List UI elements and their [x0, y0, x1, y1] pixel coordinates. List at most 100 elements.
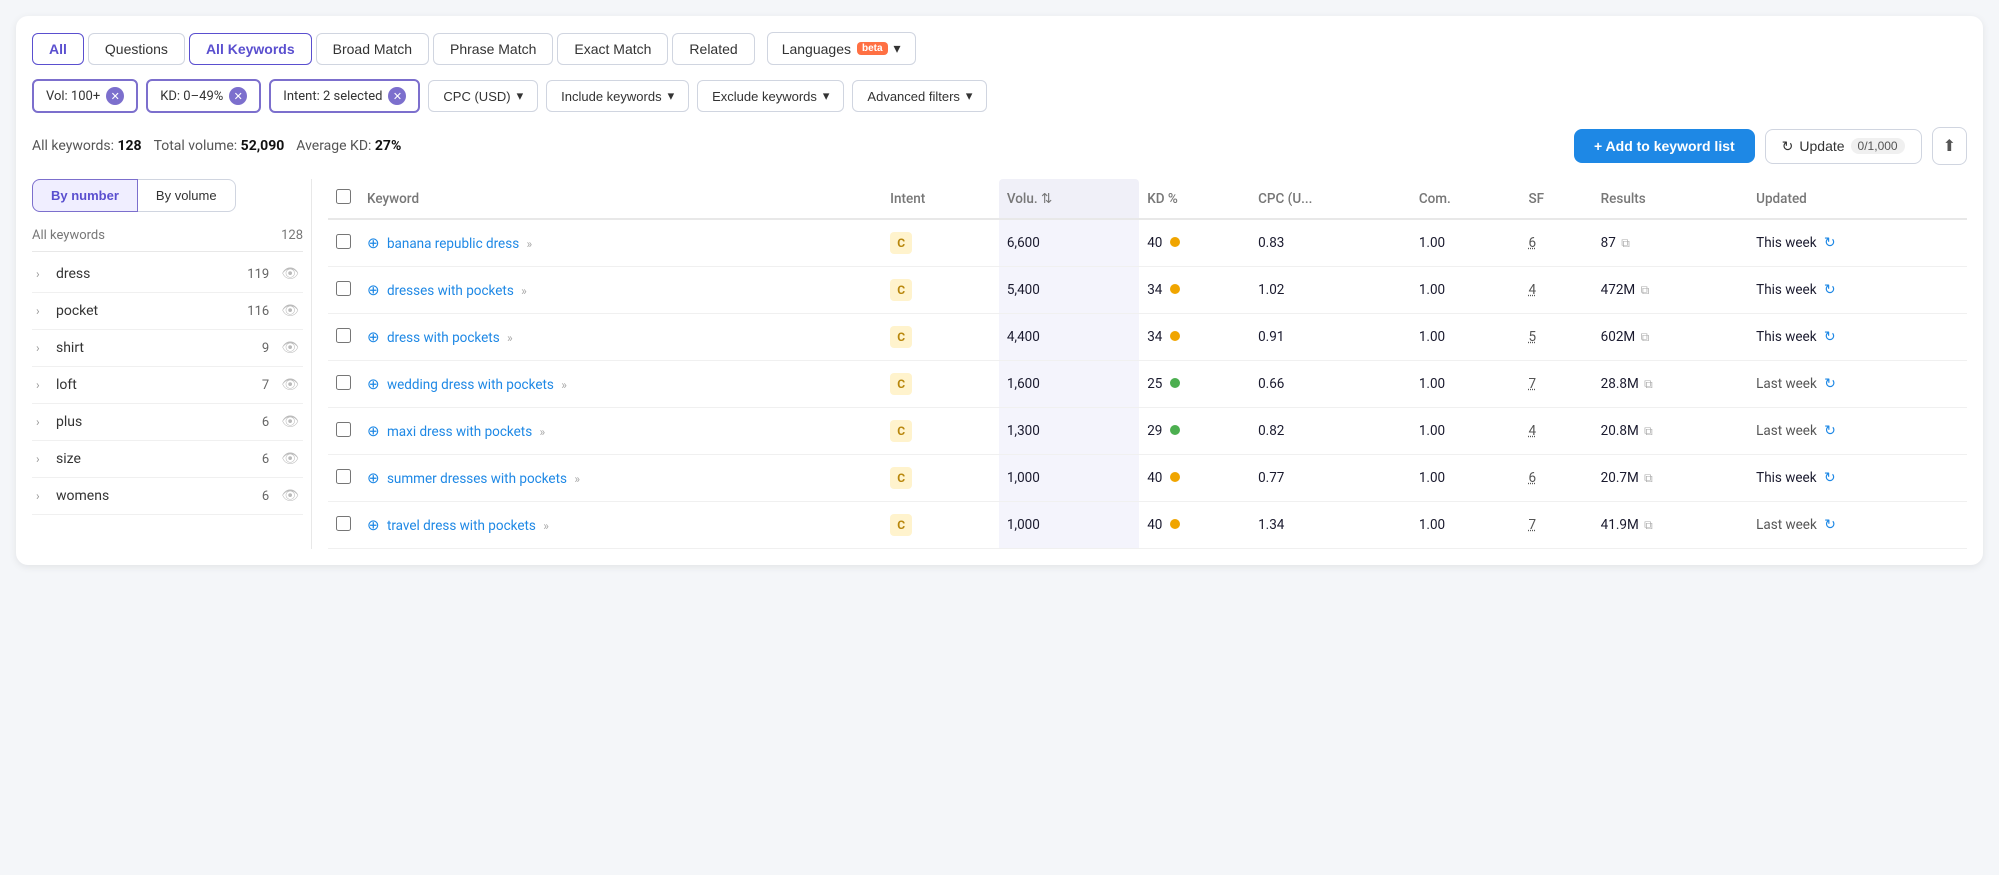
update-button[interactable]: ↻ Update 0/1,000	[1765, 129, 1922, 164]
sidebar-item-dress[interactable]: › dress 119 👁	[32, 256, 303, 293]
sidebar-item-loft[interactable]: › loft 7 👁	[32, 367, 303, 404]
refresh-row-icon[interactable]: ↻	[1824, 517, 1836, 533]
sidebar-item-size[interactable]: › size 6 👁	[32, 441, 303, 478]
col-updated: Updated	[1748, 179, 1967, 219]
sort-by-volume-button[interactable]: By volume	[138, 179, 236, 212]
refresh-row-icon[interactable]: ↻	[1824, 329, 1836, 345]
keyword-link[interactable]: travel dress with pockets	[387, 518, 536, 534]
row-checkbox-cell[interactable]	[328, 267, 359, 314]
row-checkbox-cell[interactable]	[328, 361, 359, 408]
include-keywords-label: Include keywords	[561, 89, 661, 104]
refresh-row-icon[interactable]: ↻	[1824, 423, 1836, 439]
keyword-link[interactable]: banana republic dress	[387, 236, 519, 252]
kd-dot-icon	[1170, 519, 1180, 529]
sidebar-item-label: plus	[56, 414, 256, 430]
tab-all[interactable]: All	[32, 33, 84, 65]
eye-icon[interactable]: 👁	[281, 488, 299, 504]
row-updated-cell: This week ↻	[1748, 455, 1967, 502]
refresh-row-icon[interactable]: ↻	[1824, 376, 1836, 392]
row-com-cell: 1.00	[1411, 219, 1521, 267]
eye-icon[interactable]: 👁	[281, 340, 299, 356]
sidebar-item-shirt[interactable]: › shirt 9 👁	[32, 330, 303, 367]
row-checkbox-5[interactable]	[336, 469, 351, 484]
row-checkbox-cell[interactable]	[328, 502, 359, 549]
add-to-keyword-list-button[interactable]: + Add to keyword list	[1574, 129, 1755, 163]
tab-questions[interactable]: Questions	[88, 33, 185, 65]
row-checkbox-1[interactable]	[336, 281, 351, 296]
copy-icon[interactable]: ⧉	[1621, 236, 1630, 250]
select-all-checkbox[interactable]	[336, 189, 351, 204]
kd-filter-close[interactable]: ✕	[229, 87, 247, 105]
sidebar-item-pocket[interactable]: › pocket 116 👁	[32, 293, 303, 330]
keyword-link[interactable]: dress with pockets	[387, 330, 500, 346]
vol-filter-close[interactable]: ✕	[106, 87, 124, 105]
add-circle-icon[interactable]: ⊕	[367, 422, 380, 440]
add-circle-icon[interactable]: ⊕	[367, 375, 380, 393]
intent-filter-close[interactable]: ✕	[388, 87, 406, 105]
eye-icon[interactable]: 👁	[281, 414, 299, 430]
tab-phrase-match[interactable]: Phrase Match	[433, 33, 553, 65]
refresh-row-icon[interactable]: ↻	[1824, 235, 1836, 251]
keyword-link[interactable]: maxi dress with pockets	[387, 424, 532, 440]
row-checkbox-2[interactable]	[336, 328, 351, 343]
table-area: Keyword Intent Volu. ⇅ KD % CPC (U... Co…	[312, 179, 1967, 549]
copy-icon[interactable]: ⧉	[1644, 518, 1653, 532]
row-checkbox-cell[interactable]	[328, 408, 359, 455]
vol-filter-chip[interactable]: Vol: 100+ ✕	[32, 79, 138, 113]
advanced-filters-dropdown[interactable]: Advanced filters ▾	[852, 80, 987, 112]
update-label: Update	[1799, 138, 1844, 154]
keyword-link[interactable]: wedding dress with pockets	[387, 377, 554, 393]
eye-icon[interactable]: 👁	[281, 303, 299, 319]
row-checkbox-0[interactable]	[336, 234, 351, 249]
kd-filter-chip[interactable]: KD: 0–49% ✕	[146, 79, 261, 113]
copy-icon[interactable]: ⧉	[1644, 424, 1653, 438]
row-checkbox-cell[interactable]	[328, 219, 359, 267]
col-volume[interactable]: Volu. ⇅	[999, 179, 1139, 219]
row-volume-cell: 5,400	[999, 267, 1139, 314]
copy-icon[interactable]: ⧉	[1641, 283, 1650, 297]
keyword-link[interactable]: dresses with pockets	[387, 283, 514, 299]
select-all-header[interactable]	[328, 179, 359, 219]
sidebar-item-plus[interactable]: › plus 6 👁	[32, 404, 303, 441]
row-checkbox-3[interactable]	[336, 375, 351, 390]
col-kd: KD %	[1139, 179, 1250, 219]
tab-exact-match[interactable]: Exact Match	[557, 33, 668, 65]
sidebar-scroll[interactable]: › dress 119 👁 › pocket 116 👁 › shirt 9 👁…	[32, 256, 303, 515]
tab-broad-match[interactable]: Broad Match	[316, 33, 429, 65]
exclude-keywords-dropdown[interactable]: Exclude keywords ▾	[697, 80, 844, 112]
copy-icon[interactable]: ⧉	[1644, 377, 1653, 391]
eye-icon[interactable]: 👁	[281, 266, 299, 282]
sidebar-item-womens[interactable]: › womens 6 👁	[32, 478, 303, 515]
copy-icon[interactable]: ⧉	[1641, 330, 1650, 344]
col-keyword: Keyword	[359, 179, 882, 219]
intent-badge: C	[890, 232, 912, 254]
chevron-down-icon: ▾	[894, 40, 901, 57]
sort-by-number-button[interactable]: By number	[32, 179, 138, 212]
tab-all-keywords[interactable]: All Keywords	[189, 33, 312, 65]
copy-icon[interactable]: ⧉	[1644, 471, 1653, 485]
eye-icon[interactable]: 👁	[281, 377, 299, 393]
row-checkbox-cell[interactable]	[328, 455, 359, 502]
tab-related[interactable]: Related	[672, 33, 754, 65]
refresh-row-icon[interactable]: ↻	[1824, 470, 1836, 486]
keyword-link[interactable]: summer dresses with pockets	[387, 471, 567, 487]
export-button[interactable]: ⬆	[1932, 127, 1967, 165]
include-keywords-dropdown[interactable]: Include keywords ▾	[546, 80, 689, 112]
add-circle-icon[interactable]: ⊕	[367, 516, 380, 534]
cpc-filter-dropdown[interactable]: CPC (USD) ▾	[428, 80, 538, 112]
row-keyword-cell: ⊕ wedding dress with pockets »	[359, 361, 882, 408]
row-kd-cell: 40	[1139, 455, 1250, 502]
add-circle-icon[interactable]: ⊕	[367, 281, 380, 299]
row-checkbox-6[interactable]	[336, 516, 351, 531]
row-checkbox-4[interactable]	[336, 422, 351, 437]
row-checkbox-cell[interactable]	[328, 314, 359, 361]
add-circle-icon[interactable]: ⊕	[367, 469, 380, 487]
intent-filter-chip[interactable]: Intent: 2 selected ✕	[269, 79, 420, 113]
beta-badge: beta	[857, 42, 888, 55]
add-circle-icon[interactable]: ⊕	[367, 328, 380, 346]
refresh-row-icon[interactable]: ↻	[1824, 282, 1836, 298]
languages-dropdown[interactable]: Languages beta ▾	[767, 32, 916, 65]
sf-value: 7	[1528, 517, 1536, 533]
add-circle-icon[interactable]: ⊕	[367, 234, 380, 252]
eye-icon[interactable]: 👁	[281, 451, 299, 467]
